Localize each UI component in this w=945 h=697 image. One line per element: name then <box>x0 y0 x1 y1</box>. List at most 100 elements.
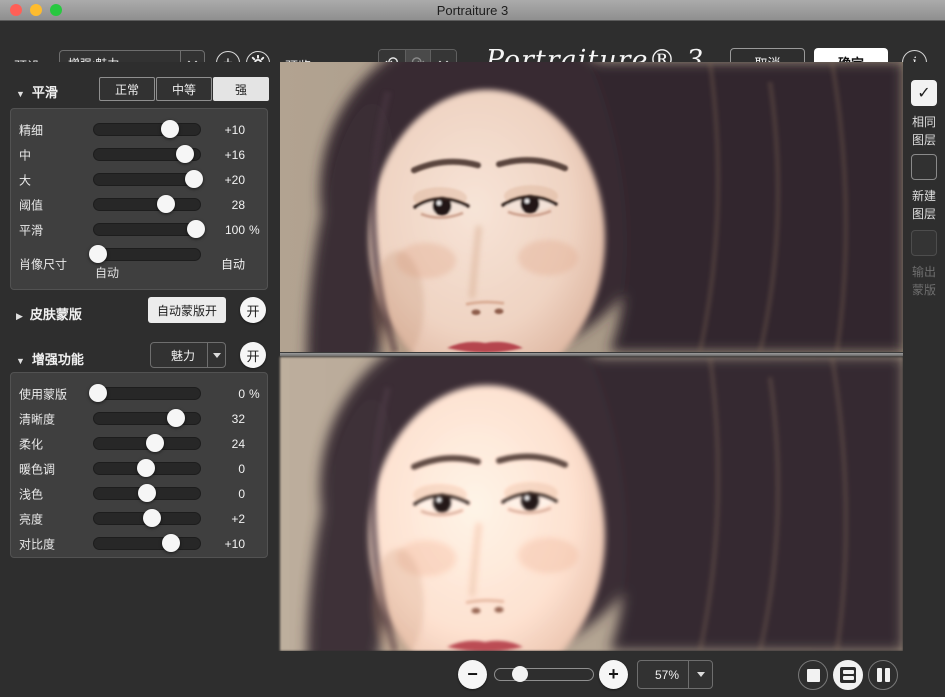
checkbox-checked[interactable]: ✓ <box>911 80 937 106</box>
slider-row: 肖像尺寸自动自动 <box>11 242 267 285</box>
checkbox <box>911 230 937 256</box>
minus-icon: − <box>467 664 478 685</box>
enhancement-preset-arrow[interactable] <box>207 343 225 367</box>
slider-track[interactable] <box>93 198 201 211</box>
enhancement-section-header[interactable]: ▼ 增强功能 <box>16 349 84 368</box>
toolbar: 预设 增强:魅力 + 预览 ↶ ↷ Portraiture® 3 取消 确定 i <box>0 21 945 62</box>
window-title: Portraiture 3 <box>0 3 945 18</box>
slider-track[interactable] <box>93 173 201 186</box>
checkbox[interactable] <box>911 154 937 180</box>
slider-track[interactable] <box>93 412 201 425</box>
view-vertical-split-button[interactable] <box>868 660 898 690</box>
check-icon: ✓ <box>917 83 930 103</box>
slider-track[interactable] <box>93 148 201 161</box>
slider-thumb[interactable] <box>161 120 179 138</box>
slider-thumb[interactable] <box>89 245 107 263</box>
skin-mask-toggle[interactable]: 开 <box>240 297 266 323</box>
slider-value: +10 <box>197 123 245 137</box>
slider-track[interactable] <box>93 512 201 525</box>
slider-thumb[interactable] <box>138 484 156 502</box>
slider-row: 清晰度32 <box>11 406 267 431</box>
slider-track[interactable] <box>93 223 201 236</box>
slider-unit: % <box>249 223 265 237</box>
slider-thumb[interactable] <box>162 534 180 552</box>
slider-label: 使用蒙版 <box>19 385 67 402</box>
slider-thumb[interactable] <box>89 384 107 402</box>
view-horizontal-split-button[interactable] <box>833 660 863 690</box>
zoom-in-button[interactable]: + <box>599 660 628 689</box>
slider-row: 使用蒙版 0% <box>11 381 267 406</box>
statusbar: − + 57% <box>0 651 945 697</box>
plus-icon: + <box>608 664 619 685</box>
slider-label: 中 <box>19 146 31 163</box>
window-titlebar: Portraiture 3 <box>0 0 945 21</box>
enhancement-title: 增强功能 <box>32 352 84 367</box>
smoothing-mode-button[interactable]: 中等 <box>156 77 212 101</box>
slider-row: 中+16 <box>11 142 267 167</box>
slider-value: 0 <box>197 487 245 501</box>
slider-track[interactable] <box>93 537 201 550</box>
skin-mask-section-header[interactable]: ▶皮肤蒙版 <box>16 304 82 323</box>
slider-thumb[interactable] <box>137 459 155 477</box>
slider-track[interactable] <box>93 487 201 500</box>
slider-label: 精细 <box>19 121 43 138</box>
zoom-out-button[interactable]: − <box>458 660 487 689</box>
slider-label: 清晰度 <box>19 410 55 427</box>
slider-thumb[interactable] <box>176 145 194 163</box>
rail-item-label: 输出蒙版 <box>903 263 945 299</box>
slider-label: 大 <box>19 171 31 188</box>
smoothing-mode-button[interactable]: 正常 <box>99 77 155 101</box>
slider-track[interactable] <box>93 462 201 475</box>
preview-before-image[interactable] <box>280 62 903 352</box>
zoom-slider-thumb[interactable] <box>512 666 528 682</box>
layer-output-option: 输出蒙版 <box>903 230 945 299</box>
view-single-button[interactable] <box>798 660 828 690</box>
slider-value: 100 <box>197 223 245 237</box>
slider-unit: % <box>249 387 265 401</box>
slider-label: 肖像尺寸 <box>19 255 67 272</box>
slider-label: 浅色 <box>19 485 43 502</box>
zoom-level-arrow[interactable] <box>688 661 712 688</box>
horizontal-split-icon <box>840 667 856 683</box>
slider-label: 平滑 <box>19 221 43 238</box>
slider-thumb[interactable] <box>167 409 185 427</box>
single-view-icon <box>807 669 820 682</box>
collapse-triangle-icon: ▼ <box>16 356 25 366</box>
auto-mask-button[interactable]: 自动蒙版开 <box>148 297 226 323</box>
slider-label: 对比度 <box>19 535 55 552</box>
slider-label: 柔化 <box>19 435 43 452</box>
collapse-triangle-icon: ▼ <box>16 89 25 99</box>
slider-row: 大+20 <box>11 167 267 192</box>
slider-value: 28 <box>197 198 245 212</box>
zoom-slider[interactable] <box>494 668 594 681</box>
slider-thumb[interactable] <box>157 195 175 213</box>
slider-label: 暖色调 <box>19 460 55 477</box>
zoom-level-dropdown[interactable]: 57% <box>637 660 713 689</box>
settings-panel: ▼平滑 正常中等强 精细+10中+16大+20阈值28平滑100%肖像尺寸自动自… <box>0 62 278 697</box>
slider-row: 平滑 100% <box>11 217 267 242</box>
slider-value: 自动 <box>197 255 245 272</box>
slider-thumb[interactable] <box>146 434 164 452</box>
layer-output-option: ✓相同图层 <box>903 80 945 149</box>
slider-track[interactable] <box>93 387 201 400</box>
slider-track[interactable] <box>93 123 201 136</box>
enhancement-toggle[interactable]: 开 <box>240 342 266 368</box>
zoom-level-value: 57% <box>638 668 688 682</box>
slider-track[interactable] <box>93 437 201 450</box>
slider-row: 精细 +10 <box>11 117 267 142</box>
slider-track[interactable] <box>93 248 201 261</box>
smoothing-mode-button[interactable]: 强 <box>213 77 269 101</box>
preview-after-image[interactable] <box>280 357 903 651</box>
slider-value: 0 <box>197 462 245 476</box>
smoothing-section-header[interactable]: ▼ 平滑 <box>16 82 58 101</box>
smoothing-slider-group: 精细+10中+16大+20阈值28平滑100%肖像尺寸自动自动 <box>10 108 268 290</box>
slider-thumb[interactable] <box>143 509 161 527</box>
enhancement-preset-dropdown[interactable]: 魅力 <box>150 342 226 368</box>
slider-row: 柔化24 <box>11 431 267 456</box>
slider-value: +2 <box>197 512 245 526</box>
slider-value: 0 <box>197 387 245 401</box>
rail-item-label: 新建图层 <box>903 187 945 223</box>
slider-row: 对比度+10 <box>11 531 267 556</box>
slider-label: 亮度 <box>19 510 43 527</box>
smoothing-title: 平滑 <box>32 85 58 100</box>
